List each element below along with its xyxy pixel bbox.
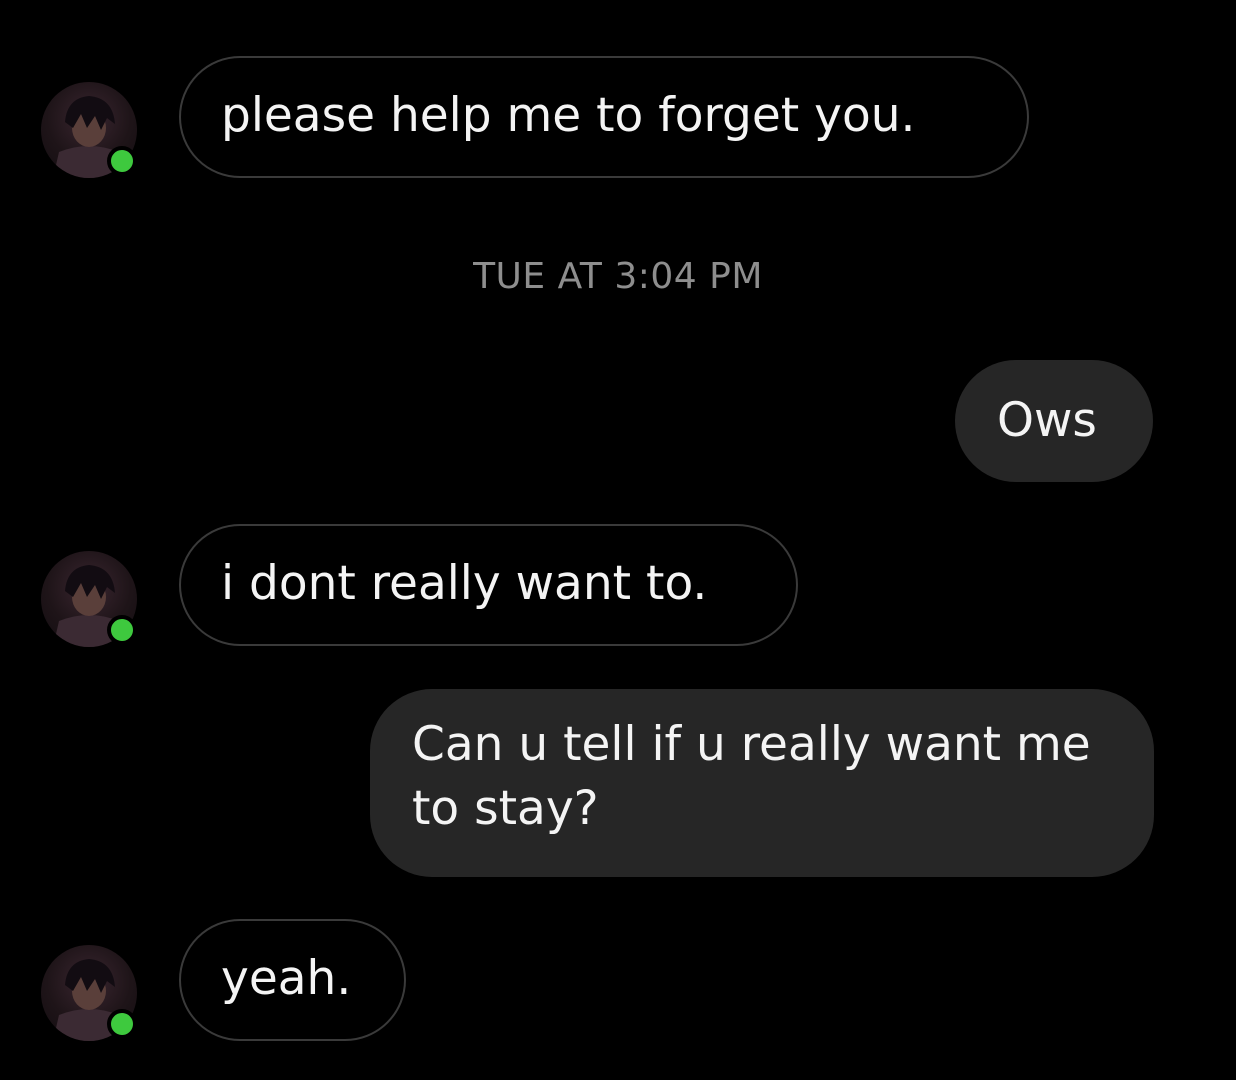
online-status-dot (107, 1009, 137, 1039)
incoming-message-bubble[interactable]: i dont really want to. (179, 524, 798, 646)
message-timestamp: TUE AT 3:04 PM (473, 256, 763, 297)
outgoing-message-text: Can u tell if u really want me to stay? (412, 717, 1091, 836)
outgoing-message-text: Ows (997, 393, 1097, 448)
online-status-dot (107, 146, 137, 176)
incoming-message-bubble[interactable]: please help me to forget you. (179, 56, 1029, 178)
online-status-dot (107, 615, 137, 645)
incoming-message-bubble[interactable]: yeah. (179, 919, 406, 1041)
outgoing-message-bubble[interactable]: Ows (955, 360, 1153, 482)
outgoing-message-bubble[interactable]: Can u tell if u really want me to stay? (370, 689, 1154, 877)
